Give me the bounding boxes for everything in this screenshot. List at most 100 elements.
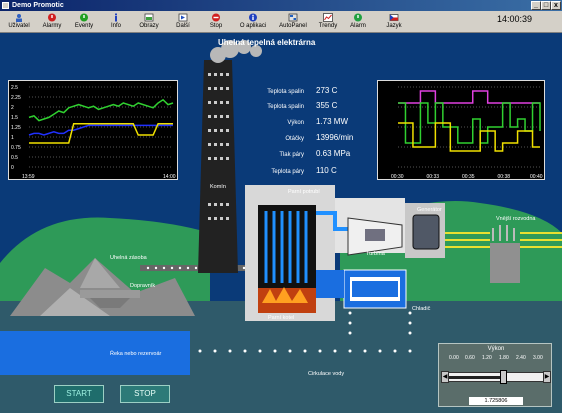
toolbar-alarm-bell-button[interactable]: Alarm (344, 11, 372, 33)
power-slider-fill (449, 376, 505, 379)
y-tick-label: 0.75 (11, 145, 21, 151)
label-generator: Generátor (417, 207, 442, 213)
stop-icon (212, 13, 220, 22)
images-icon (144, 13, 154, 22)
label-steam-pipe: Parní potrubí (288, 189, 320, 195)
power-plant-scene: Uhelná tepelná elektrárna 0 0.5 0.75 1 1.25 1… (0, 33, 562, 413)
readout-value-flue-temp-2: 355 C (316, 101, 338, 110)
trend-chart-left[interactable]: 0 0.5 0.75 1 1.25 1.5 2 2.25 2.5 13:59 14:00 (8, 80, 178, 180)
autopanel-icon (288, 13, 298, 22)
x-tick-label: 00:40 (530, 174, 543, 180)
alarm-icon (48, 13, 56, 22)
toolbar-next-button[interactable]: Další (170, 11, 196, 33)
river (0, 331, 190, 375)
label-conveyor: Dopravník (130, 283, 156, 289)
about-icon (249, 13, 257, 22)
x-tick-label: 13:59 (22, 174, 35, 180)
x-tick-label: 00:38 (498, 174, 511, 180)
readout-label-flue-temp-2: Teplota spalin (267, 104, 304, 110)
trends-icon (323, 13, 333, 22)
chimney (198, 60, 238, 273)
toolbar-info-button[interactable]: Info (104, 11, 128, 33)
power-tick-label: 1.20 (482, 355, 492, 361)
start-button[interactable]: START (54, 385, 104, 403)
y-tick-label: 2.5 (11, 85, 18, 91)
toolbar-trends-button[interactable]: Trendy (314, 11, 342, 33)
power-slider-track[interactable] (448, 372, 544, 382)
toolbar-stop-button[interactable]: Stop (204, 11, 228, 33)
toolbar-alarms-button[interactable]: Alarmy (38, 11, 66, 33)
readout-value-speed: 13996/min (316, 133, 354, 142)
readout-value-power: 1.73 MW (316, 117, 349, 126)
power-slider-thumb[interactable] (499, 370, 507, 384)
label-cooler: Chladič (412, 306, 431, 312)
y-tick-label: 1.25 (11, 125, 21, 131)
label-river: Řeka nebo rezervoár (110, 351, 162, 357)
trend-chart-right-plot: 00:30 00:33 00:35 00:38 00:40 (391, 86, 543, 180)
page-title: Uhelná tepelná elektrárna (218, 38, 316, 47)
trend-chart-left-plot: 0 0.5 0.75 1 1.25 1.5 2 2.25 2.5 13:59 14:00 (11, 85, 176, 180)
series-line-0 (398, 90, 540, 104)
minimize-button[interactable]: _ (531, 1, 541, 10)
label-chimney: Komín (210, 184, 226, 190)
toolbar-images-button[interactable]: Obrazy (134, 11, 164, 33)
readout-label-speed: Otáčky (285, 136, 304, 142)
readout-label-steam-pressure: Tlak páry (279, 152, 304, 158)
power-tick-label: 0.60 (465, 355, 475, 361)
x-tick-label: 00:33 (427, 174, 440, 180)
conveyor-hopper (80, 290, 140, 298)
label-boiler: Parní kotel (268, 315, 295, 321)
x-tick-label: 00:30 (391, 174, 404, 180)
y-tick-label: 2 (11, 105, 14, 111)
cooler-inlet (316, 270, 344, 298)
label-turbine: Turbína (366, 251, 385, 257)
x-tick-label: 00:35 (462, 174, 475, 180)
stop-button[interactable]: STOP (120, 385, 170, 403)
events-icon (80, 13, 88, 22)
power-value-readout: 1.725806 (469, 397, 523, 405)
power-tick-label: 1.80 (499, 355, 509, 361)
readout-label-steam-temp: Teplota páry (271, 169, 304, 175)
user-icon (16, 14, 22, 22)
substation (490, 243, 520, 283)
toolbar-about-button[interactable]: O aplikaci (234, 11, 272, 33)
info-icon (115, 13, 117, 22)
readout-value-steam-temp: 110 C (316, 166, 337, 175)
label-coal-store: Uhelná zásoba (110, 255, 147, 261)
alarm-bell-icon (354, 13, 362, 22)
generator (412, 214, 440, 250)
trend-chart-right[interactable]: 00:30 00:33 00:35 00:38 00:40 (377, 80, 545, 180)
readout-label-power: Výkon (287, 120, 304, 126)
power-tick-label: 0.00 (449, 355, 459, 361)
clock: 14:00:39 (497, 14, 533, 24)
readout-label-flue-temp-1: Teplota spalin (267, 89, 304, 95)
language-icon (389, 14, 399, 21)
window-titlebar: Demo Promotic _ □ x (0, 0, 562, 11)
series-line-1 (398, 102, 541, 144)
next-icon (178, 13, 188, 22)
x-tick-label: 14:00 (163, 174, 176, 180)
power-control-panel: Výkon 0.00 0.60 1.20 1.80 2.40 3.00 ◀ ▶ … (438, 343, 552, 407)
y-tick-label: 1.5 (11, 115, 18, 121)
power-panel-title: Výkon (487, 346, 505, 352)
window-title: Demo Promotic (12, 2, 64, 9)
toolbar-user-button[interactable]: Uživatel (4, 11, 34, 33)
toolbar-autopanel-button[interactable]: AutoPanel (274, 11, 312, 33)
power-tick-label: 3.00 (533, 355, 543, 361)
y-tick-label: 1 (11, 135, 14, 141)
label-water-circulation: Cirkulace vody (308, 371, 345, 377)
y-tick-label: 0.5 (11, 155, 18, 161)
label-substation: Vnější rozvodna (496, 216, 536, 222)
close-button[interactable]: x (551, 1, 561, 10)
power-increase-button[interactable]: ▶ (543, 371, 551, 383)
y-tick-label: 2.25 (11, 95, 21, 101)
toolbar-language-button[interactable]: Jazyk (380, 11, 408, 33)
main-toolbar: Uživatel Alarmy Eventy Info Obrazy Další… (0, 11, 562, 33)
toolbar-events-button[interactable]: Eventy (70, 11, 98, 33)
y-tick-label: 0 (11, 165, 14, 171)
maximize-button[interactable]: □ (541, 1, 551, 10)
readout-value-steam-pressure: 0.63 MPa (316, 149, 351, 158)
power-tick-label: 2.40 (516, 355, 526, 361)
readout-value-flue-temp-1: 273 C (316, 86, 338, 95)
app-icon (2, 2, 9, 9)
